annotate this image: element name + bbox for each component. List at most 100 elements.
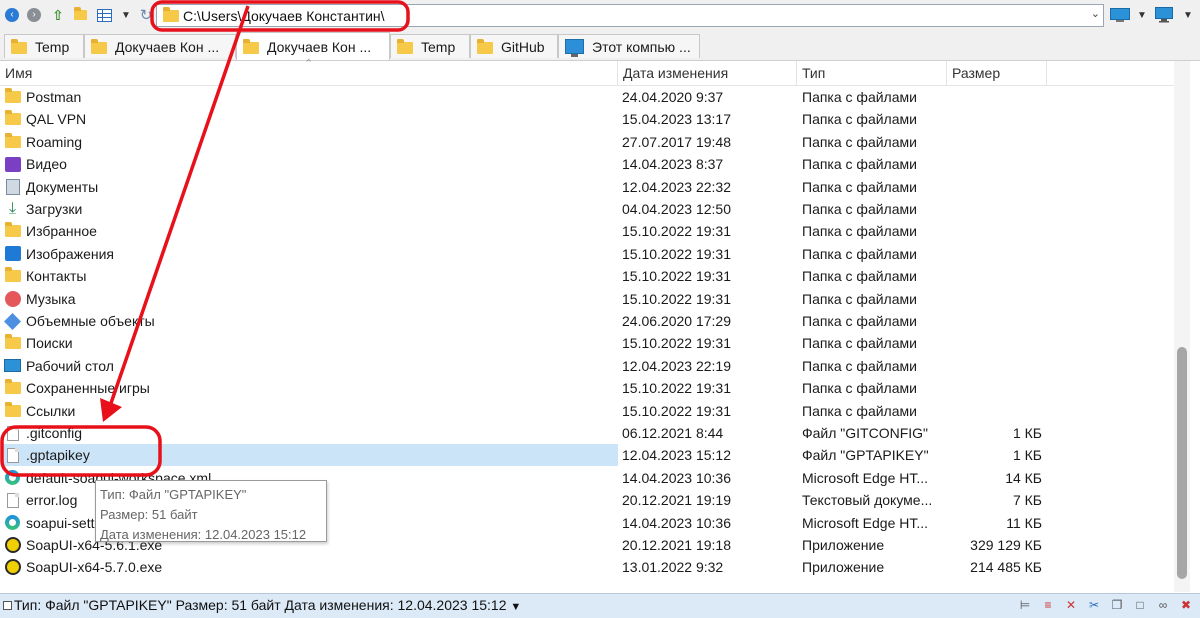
tab-temp[interactable]: Temp — [4, 34, 84, 58]
column-type[interactable]: Тип — [797, 61, 947, 85]
filter-icon[interactable]: ⊨ — [1017, 598, 1033, 612]
column-header: Имя ⌃ Дата изменения Тип Размер — [0, 58, 1174, 86]
file-row[interactable]: .gitconfig 06.12.2021 8:44 Файл "GITCONFIG… — [0, 422, 1174, 444]
paste-icon[interactable]: □ — [1132, 598, 1148, 612]
panel-layout-dropdown-icon[interactable]: ▼ — [1134, 7, 1150, 23]
file-name-cell[interactable]: Видео — [3, 153, 618, 175]
file-date: 12.04.2023 22:32 — [622, 178, 731, 195]
refresh-icon[interactable]: ↻ — [138, 7, 154, 24]
file-date: 20.12.2021 19:19 — [622, 492, 731, 509]
file-row[interactable]: ⤓ Загрузки 04.04.2023 12:50 Папка с файлами — [0, 198, 1174, 220]
file-row[interactable]: Музыка 15.10.2022 19:31 Папка с файлами — [0, 288, 1174, 310]
cut-icon[interactable]: ✂ — [1086, 598, 1102, 612]
delete-icon[interactable]: ✖ — [1178, 598, 1194, 612]
music-folder-icon — [3, 290, 22, 308]
file-type: Папка с файлами — [802, 268, 917, 285]
file-name-cell[interactable]: Сохраненные игры — [3, 377, 618, 399]
file-row[interactable]: Видео 14.04.2023 8:37 Папка с файлами — [0, 153, 1174, 175]
documents-folder-icon — [3, 178, 22, 196]
file-row[interactable]: Ссылки 15.10.2022 19:31 Папка с файлами — [0, 400, 1174, 422]
file-row[interactable]: Сохраненные игры 15.10.2022 19:31 Папка с … — [0, 377, 1174, 399]
file-type: Папка с файлами — [802, 313, 917, 329]
file-name-cell[interactable]: Roaming — [3, 131, 618, 153]
back-icon[interactable]: ‹ — [4, 7, 20, 23]
file-type: Папка с файлами — [802, 111, 917, 128]
copy-icon[interactable]: ❐ — [1109, 598, 1125, 612]
file-row[interactable]: QAL VPN 15.04.2023 13:17 Папка с файлами — [0, 108, 1174, 130]
file-name-cell[interactable]: Музыка — [3, 288, 618, 310]
file-date: 15.10.2022 19:31 — [622, 380, 731, 397]
file-row[interactable]: Roaming 27.07.2017 19:48 Папка с файлами — [0, 131, 1174, 153]
file-row[interactable]: Рабочий стол 12.04.2023 22:19 Папка с файл… — [0, 355, 1174, 377]
file-name: Документы — [26, 178, 99, 195]
file-name-cell[interactable]: Поиски — [3, 332, 618, 354]
file-icon — [3, 446, 22, 464]
file-name-cell[interactable]: Рабочий стол — [3, 355, 618, 377]
address-bar[interactable]: C:\Users\Докучаев Константин\ ⌄ — [156, 4, 1104, 27]
folder-icon — [397, 38, 413, 54]
file-name-cell[interactable]: QAL VPN — [3, 108, 618, 130]
tab-dokuchaev-2[interactable]: Докучаев Кон ... — [236, 32, 390, 60]
file-row[interactable]: Документы 12.04.2023 22:32 Папка с файлами — [0, 176, 1174, 198]
file-row[interactable]: Postman 24.04.2020 9:37 Папка с файлами — [0, 86, 1174, 108]
column-size[interactable]: Размер — [947, 61, 1047, 85]
address-dropdown-icon[interactable]: ⌄ — [1091, 7, 1100, 20]
file-name-cell[interactable]: .gitconfig — [3, 422, 618, 444]
view-mode-icon[interactable] — [96, 7, 112, 23]
new-folder-icon[interactable] — [72, 7, 88, 23]
monitor-dropdown-icon[interactable]: ▼ — [1180, 7, 1196, 23]
view-dropdown-icon[interactable]: ▼ — [118, 7, 134, 23]
tab-this-pc[interactable]: Этот компью ... — [558, 34, 700, 58]
forward-icon[interactable]: › — [26, 7, 42, 23]
tooltip-size: Размер: 51 байт — [100, 507, 198, 522]
file-row[interactable]: .gptapikey 12.04.2023 15:12 Файл "GPTAPIKE… — [0, 444, 1174, 467]
tab-github[interactable]: GitHub — [470, 34, 558, 58]
scrollbar-thumb[interactable] — [1177, 347, 1187, 579]
file-name-cell[interactable]: ⤓ Загрузки — [3, 198, 618, 220]
file-row[interactable]: Объемные объекты 24.06.2020 17:29 Папка с … — [0, 310, 1174, 332]
status-checkbox[interactable] — [3, 601, 12, 610]
panel-layout-icon[interactable] — [1110, 7, 1130, 23]
file-name-cell[interactable]: SoapUI-x64-5.7.0.exe — [3, 556, 618, 578]
file-name-cell[interactable]: Документы — [3, 176, 618, 198]
compare-icon[interactable]: ≡ — [1040, 598, 1056, 612]
folder-icon — [3, 267, 22, 285]
file-name-cell[interactable]: Контакты — [3, 265, 618, 287]
file-date: 24.06.2020 17:29 — [622, 313, 731, 329]
file-name-cell[interactable]: Изображения — [3, 243, 618, 265]
file-size: 11 КБ — [1006, 514, 1042, 531]
file-name-cell[interactable]: Избранное — [3, 220, 618, 242]
column-date[interactable]: Дата изменения — [618, 61, 797, 85]
folder-icon — [3, 334, 22, 352]
file-size — [948, 220, 1042, 242]
status-bar: Тип: Файл "GPTAPIKEY" Размер: 51 байт Да… — [0, 593, 1200, 618]
file-row[interactable]: Контакты 15.10.2022 19:31 Папка с файлами — [0, 265, 1174, 287]
up-folder-icon[interactable]: ⇧ — [50, 7, 66, 23]
file-name-cell[interactable]: Объемные объекты — [3, 310, 618, 332]
file-date: 04.04.2023 12:50 — [622, 201, 731, 217]
video-folder-icon — [3, 155, 22, 173]
file-date: 12.04.2023 22:19 — [622, 357, 731, 374]
file-row[interactable]: Поиски 15.10.2022 19:31 Папка с файлами — [0, 332, 1174, 354]
vertical-scrollbar[interactable] — [1174, 61, 1190, 592]
file-row[interactable]: Изображения 15.10.2022 19:31 Папка с файла… — [0, 243, 1174, 265]
tooltip-date: Дата изменения: 12.04.2023 15:12 — [100, 527, 307, 542]
cancel-icon[interactable]: ✕ — [1063, 598, 1079, 612]
file-row[interactable]: SoapUI-x64-5.7.0.exe 13.01.2022 9:32 Прило… — [0, 556, 1174, 578]
file-name: QAL VPN — [26, 111, 87, 128]
file-size: 329 129 КБ — [970, 537, 1042, 553]
tab-temp-2[interactable]: Temp — [390, 34, 470, 58]
file-size — [948, 131, 1042, 153]
file-size: 14 КБ — [1005, 469, 1042, 486]
file-name-cell[interactable]: .gptapikey — [3, 444, 618, 467]
file-name: Избранное — [26, 223, 97, 240]
file-name-cell[interactable]: Ссылки — [3, 400, 618, 422]
tab-label: Temp — [35, 38, 70, 55]
link-icon[interactable]: ∞ — [1155, 598, 1171, 612]
file-name: SoapUI-x64-5.7.0.exe — [26, 559, 163, 576]
file-date: 15.10.2022 19:31 — [622, 335, 731, 352]
file-row[interactable]: Избранное 15.10.2022 19:31 Папка с файлами — [0, 220, 1174, 242]
tab-dokuchaev-1[interactable]: Докучаев Кон ... — [84, 34, 236, 58]
file-name-cell[interactable]: Postman — [3, 86, 618, 108]
monitor-icon[interactable] — [1154, 7, 1174, 23]
